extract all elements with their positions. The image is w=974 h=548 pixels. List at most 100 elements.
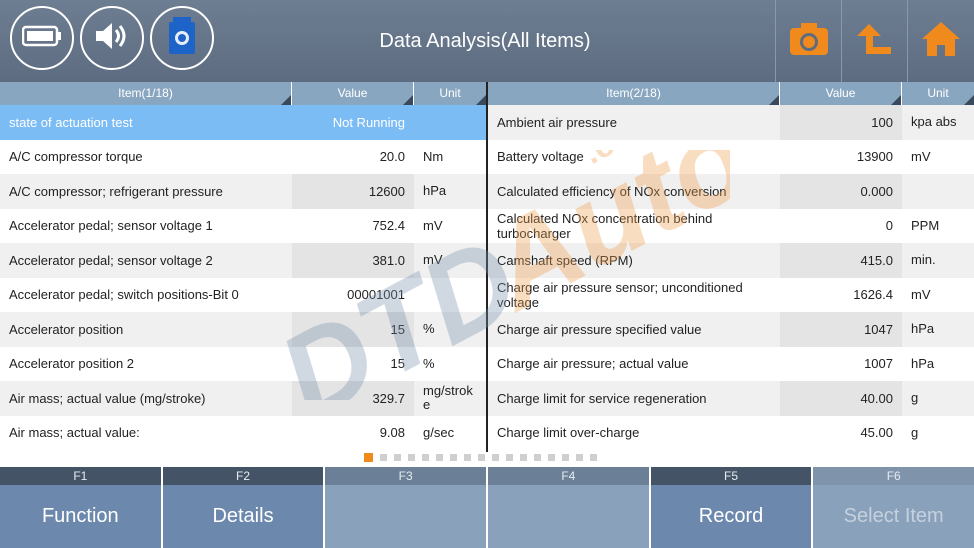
function-key-number: F3: [325, 467, 487, 485]
page-dot[interactable]: [450, 454, 457, 461]
item-name: A/C compressor torque: [9, 149, 143, 165]
page-dot[interactable]: [436, 454, 443, 461]
item-name: Accelerator position: [9, 321, 124, 337]
item-value: 100: [780, 105, 902, 140]
table-row[interactable]: Charge air pressure sensor; unconditione…: [488, 277, 974, 312]
page-dot[interactable]: [506, 454, 513, 461]
item-unit: PPM: [911, 217, 940, 233]
item-value: 329.7: [292, 381, 414, 416]
speaker-icon: [94, 21, 130, 56]
home-icon: [921, 21, 961, 62]
item-name: Charge air pressure sensor; unconditione…: [497, 279, 743, 310]
item-unit: [902, 174, 974, 209]
table-row[interactable]: Charge air pressure specified value 1047 h…: [488, 312, 974, 347]
column-header-unit: Unit: [414, 82, 486, 105]
page-dot[interactable]: [548, 454, 555, 461]
item-value: 0.000: [780, 174, 902, 209]
function-key-number: F1: [0, 467, 161, 485]
function-key-f6[interactable]: F6 Select Item: [813, 467, 974, 548]
page-dot[interactable]: [464, 454, 471, 461]
item-name: Charge limit over-charge: [497, 425, 640, 441]
function-key-f1[interactable]: F1 Function: [0, 467, 161, 548]
item-name: Camshaft speed (RPM): [497, 252, 633, 268]
item-unit: min.: [911, 252, 936, 268]
page-dot[interactable]: [492, 454, 499, 461]
function-key-label: Details: [212, 505, 274, 527]
page-dot[interactable]: [520, 454, 527, 461]
item-name: Battery voltage: [497, 149, 584, 165]
function-key-number: F6: [813, 467, 974, 485]
item-value: 13900: [780, 139, 902, 174]
table-row[interactable]: A/C compressor; refrigerant pressure 1260…: [0, 174, 486, 209]
table-row[interactable]: Charge air pressure; actual value 1007 hPa: [488, 346, 974, 381]
page-dot[interactable]: [562, 454, 569, 461]
home-button[interactable]: [907, 0, 974, 82]
item-name: Ambient air pressure: [497, 114, 617, 130]
page-dot[interactable]: [590, 454, 597, 461]
page-dot[interactable]: [576, 454, 583, 461]
function-key-f3[interactable]: F3: [325, 467, 487, 548]
table-row[interactable]: Battery voltage 13900 mV: [488, 139, 974, 174]
table-row[interactable]: Air mass; actual value: 9.08 g/sec: [0, 415, 486, 450]
item-value: 1007: [780, 346, 902, 381]
table-row[interactable]: A/C compressor torque 20.0 Nm: [0, 139, 486, 174]
vci-status-button[interactable]: [150, 6, 214, 70]
item-value: 15: [292, 346, 414, 381]
item-unit: hPa: [911, 355, 935, 371]
table-row[interactable]: Air mass; actual value (mg/stroke) 329.7 m…: [0, 381, 486, 416]
vci-device-icon: [167, 16, 197, 61]
page-dot[interactable]: [364, 453, 373, 462]
table-row[interactable]: Accelerator pedal; sensor voltage 1 752.4…: [0, 208, 486, 243]
item-name: Accelerator position 2: [9, 356, 135, 372]
item-value: 00001001: [292, 277, 414, 312]
table-row[interactable]: Ambient air pressure 100 kpa abs: [488, 105, 974, 140]
page-dot[interactable]: [478, 454, 485, 461]
battery-status-button[interactable]: [10, 6, 74, 70]
item-unit: g: [911, 424, 919, 440]
function-key-number: F4: [488, 467, 649, 485]
item-unit: mV: [911, 286, 931, 302]
item-value: 752.4: [292, 208, 414, 243]
camera-icon: [789, 22, 829, 61]
item-unit: %: [423, 321, 435, 337]
function-key-f5[interactable]: F5 Record: [650, 467, 812, 548]
item-unit: mV: [911, 148, 931, 164]
data-table-right: Item(2/18) Value Unit Ambient air pressu…: [488, 82, 974, 450]
page-dot[interactable]: [534, 454, 541, 461]
page-dot[interactable]: [394, 454, 401, 461]
item-name: state of actuation test: [9, 114, 133, 130]
table-row[interactable]: Camshaft speed (RPM) 415.0 min.: [488, 243, 974, 278]
table-row[interactable]: Charge limit over-charge 45.00 g: [488, 415, 974, 450]
page-dot[interactable]: [380, 454, 387, 461]
function-key-number: F5: [650, 467, 812, 485]
item-name: Air mass; actual value (mg/stroke): [9, 390, 206, 406]
item-unit: g: [911, 390, 919, 406]
item-value: 1047: [780, 312, 902, 347]
page-dot[interactable]: [408, 454, 415, 461]
function-key-f4[interactable]: F4: [488, 467, 649, 548]
back-button[interactable]: [841, 0, 907, 82]
item-unit: g/sec: [423, 424, 455, 440]
item-name: Accelerator pedal; sensor voltage 1: [9, 218, 213, 234]
back-arrow-icon: [856, 22, 893, 61]
table-row[interactable]: state of actuation test Not Running: [0, 105, 486, 140]
item-unit: %: [423, 355, 435, 371]
item-unit: hPa: [911, 321, 935, 337]
item-value: 15: [292, 312, 414, 347]
table-row[interactable]: Calculated NOx concentration behind turb…: [488, 208, 974, 243]
table-row[interactable]: Accelerator position 15%: [0, 312, 486, 347]
page-dot[interactable]: [422, 454, 429, 461]
item-value: 20.0: [292, 139, 414, 174]
item-name: Calculated NOx concentration behind turb…: [497, 210, 713, 241]
table-row[interactable]: Accelerator pedal; sensor voltage 2 381.0…: [0, 243, 486, 278]
function-key-f2[interactable]: F2 Details: [162, 467, 324, 548]
table-header: Item(2/18) Value Unit: [488, 82, 974, 105]
item-name: Charge air pressure; actual value: [497, 356, 689, 372]
sound-button[interactable]: [80, 6, 144, 70]
table-row[interactable]: Accelerator position 2 15%: [0, 346, 486, 381]
table-row[interactable]: Charge limit for service regeneration 40.…: [488, 381, 974, 416]
table-row[interactable]: Accelerator pedal; switch positions-Bit …: [0, 277, 486, 312]
table-row[interactable]: Calculated efficiency of NOx conversion 0…: [488, 174, 974, 209]
column-header-item: Item(1/18): [0, 82, 292, 105]
screenshot-button[interactable]: [775, 0, 841, 82]
